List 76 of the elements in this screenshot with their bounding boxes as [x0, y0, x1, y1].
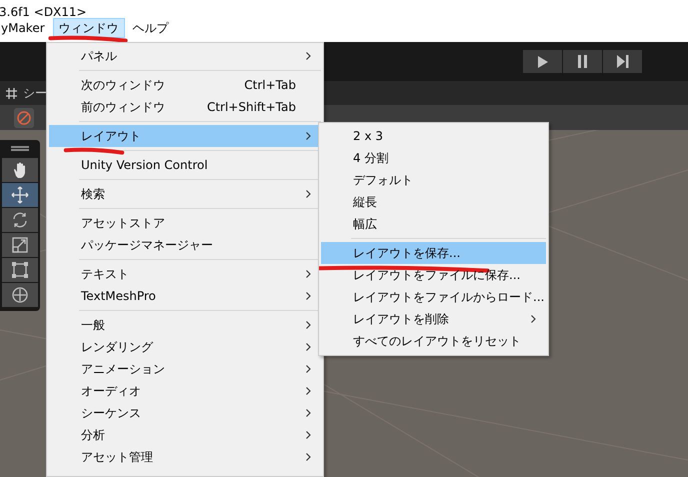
menu-item[interactable]: Unity Version Control — [49, 154, 321, 176]
menu-item[interactable]: アセット管理 — [49, 446, 321, 468]
menu-item-label: 2 x 3 — [353, 129, 383, 143]
menu-item-label: TextMeshPro — [81, 289, 156, 303]
menu-bar-item[interactable]: ヘルプ — [126, 18, 175, 38]
menu-item-label: レイアウトを削除 — [353, 310, 449, 328]
menu-item-label: アセットストア — [81, 214, 165, 232]
menu-item-label: レンダリング — [81, 338, 153, 356]
menu-item-label: パネル — [81, 48, 117, 64]
menu-item-label: 分析 — [81, 426, 105, 444]
grip-icon — [11, 146, 29, 151]
menu-item[interactable]: デフォルト — [321, 169, 546, 191]
menu-item-label: 幅広 — [353, 216, 377, 232]
menu-item[interactable]: レイアウトを削除 — [321, 308, 546, 330]
menu-item[interactable]: レイアウトをファイルからロード... — [321, 286, 546, 308]
menu-item-label: 次のウィンドウ — [81, 76, 165, 94]
menu-item[interactable]: すべてのレイアウトをリセット — [321, 330, 546, 352]
play-icon — [536, 54, 548, 68]
menu-item[interactable]: アニメーション — [49, 358, 321, 380]
tool-button[interactable] — [2, 258, 38, 282]
rotate-icon — [11, 211, 29, 229]
menu-item-label: パッケージマネージャー — [81, 236, 213, 254]
menu-item-label: 縦長 — [353, 194, 377, 210]
menu-item[interactable]: テキスト — [49, 263, 321, 285]
menu-item[interactable]: 分析 — [49, 424, 321, 446]
step-button[interactable] — [603, 50, 642, 73]
grid-icon — [6, 88, 17, 98]
tool-button[interactable] — [2, 158, 38, 182]
menu-item-label: デフォルト — [353, 172, 413, 188]
move-arrows-icon — [11, 186, 29, 204]
menu-item-label: アセット管理 — [81, 448, 153, 466]
menu-item-label: すべてのレイアウトをリセット — [353, 332, 521, 350]
play-button[interactable] — [523, 50, 562, 73]
menu-bar-item[interactable]: yMaker — [0, 18, 51, 38]
menu-item-label: テキスト — [81, 266, 129, 282]
menu-item[interactable]: 幅広 — [321, 213, 546, 235]
menu-item[interactable]: 検索 — [49, 183, 321, 205]
menu-item[interactable]: 一般 — [49, 314, 321, 336]
menu-item[interactable]: 4 分割 — [321, 147, 546, 169]
menu-item[interactable]: 縦長 — [321, 191, 546, 213]
menu-item[interactable]: アセットストア — [49, 212, 321, 234]
menu-item-label: レイアウトをファイルに保存... — [353, 266, 520, 284]
shortcut-text: Ctrl+Tab — [244, 78, 296, 92]
rect-icon — [11, 261, 29, 279]
shortcut-text: Ctrl+Shift+Tab — [206, 100, 296, 114]
menu-item-label: レイアウト — [81, 128, 141, 144]
menu-item-label: シーケンス — [81, 404, 141, 422]
menu-item-label: Unity Version Control — [81, 158, 208, 172]
window-title: 3.6f1 <DX11> — [0, 4, 88, 20]
scale-icon — [11, 236, 29, 254]
menu-item-label: レイアウトをファイルからロード... — [353, 288, 544, 306]
tool-button[interactable] — [2, 208, 38, 232]
menu-item[interactable]: 2 x 3 — [321, 125, 546, 147]
menu-item-label: オーディオ — [81, 382, 141, 400]
menu-item-label: アニメーション — [81, 360, 165, 378]
menu-item[interactable]: レンダリング — [49, 336, 321, 358]
menu-item-label: 検索 — [81, 186, 105, 202]
gizmo-button[interactable] — [14, 108, 34, 128]
no-entry-icon — [17, 110, 31, 124]
menu-item-label: 4 分割 — [353, 150, 388, 166]
menu-item[interactable]: レイアウトをファイルに保存... — [321, 264, 546, 286]
menu-item[interactable]: シーケンス — [49, 402, 321, 424]
menu-item[interactable]: パネル — [49, 45, 321, 67]
menu-item-label: レイアウトを保存... — [353, 244, 460, 262]
transform-icon — [11, 286, 29, 304]
step-icon — [616, 55, 628, 68]
tool-button[interactable] — [2, 283, 38, 307]
tool-button[interactable] — [2, 183, 38, 207]
pause-icon — [578, 55, 588, 68]
menu-item-label: 前のウィンドウ — [81, 98, 165, 116]
menu-item[interactable]: オーディオ — [49, 380, 321, 402]
menu-item[interactable]: TextMeshPro — [49, 285, 321, 307]
menu-item-label: 一般 — [81, 316, 105, 334]
tool-button[interactable] — [2, 233, 38, 257]
pause-button[interactable] — [563, 50, 602, 73]
menu-item[interactable]: パッケージマネージャー — [49, 234, 321, 256]
